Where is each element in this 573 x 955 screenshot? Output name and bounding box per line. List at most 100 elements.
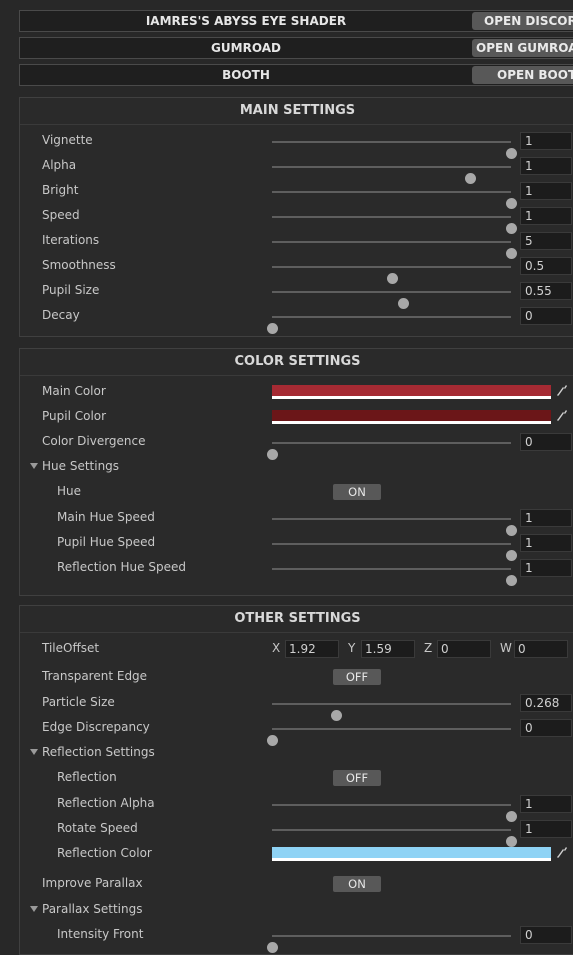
main-color-swatch[interactable] bbox=[272, 385, 551, 399]
parallax-settings-label[interactable]: Parallax Settings bbox=[42, 902, 143, 916]
main-setting-row: Speed 1 bbox=[20, 204, 573, 234]
edge-discrepancy-field[interactable]: 0 bbox=[520, 719, 572, 737]
divider bbox=[20, 124, 573, 125]
intensity-front-slider[interactable] bbox=[267, 935, 511, 953]
main-setting-row: Decay 0 bbox=[20, 304, 573, 334]
improve-parallax-label: Improve Parallax bbox=[42, 876, 143, 890]
edge-discrepancy-label: Edge Discrepancy bbox=[42, 720, 150, 734]
setting-slider[interactable] bbox=[272, 216, 517, 234]
color-settings-section: COLOR SETTINGS Main Color Pupil Color Co… bbox=[19, 348, 573, 596]
reflection-hue-speed-field[interactable]: 1 bbox=[520, 559, 572, 577]
eyedropper-icon[interactable] bbox=[556, 846, 568, 860]
shader-title: IAMRES'S ABYSS EYE SHADER bbox=[145, 14, 347, 28]
reflection-alpha-field[interactable]: 1 bbox=[520, 795, 572, 813]
reflection-toggle[interactable]: OFF bbox=[333, 770, 381, 786]
setting-label: Speed bbox=[42, 208, 80, 222]
reflection-settings-label[interactable]: Reflection Settings bbox=[42, 745, 155, 759]
reflection-settings-foldout[interactable]: Reflection Settings bbox=[20, 741, 573, 766]
foldout-triangle-icon[interactable] bbox=[30, 906, 38, 912]
tile-offset-w-field[interactable]: 0 bbox=[514, 640, 568, 658]
setting-label: Bright bbox=[42, 183, 79, 197]
slider-handle[interactable] bbox=[506, 575, 517, 586]
setting-value-field[interactable]: 0 bbox=[520, 307, 572, 325]
parallax-settings-foldout[interactable]: Parallax Settings bbox=[20, 898, 573, 923]
main-hue-speed-label: Main Hue Speed bbox=[57, 510, 155, 524]
setting-value-field[interactable]: 1 bbox=[520, 157, 572, 175]
color-divergence-slider[interactable] bbox=[267, 442, 511, 460]
main-setting-row: Alpha 1 bbox=[20, 154, 573, 184]
pupil-hue-speed-slider[interactable] bbox=[272, 543, 517, 561]
setting-value-field[interactable]: 1 bbox=[520, 207, 572, 225]
color-divergence-field[interactable]: 0 bbox=[520, 433, 572, 451]
rotate-speed-slider[interactable] bbox=[272, 829, 517, 847]
hue-settings-foldout[interactable]: Hue Settings bbox=[20, 455, 573, 480]
open-discord-button[interactable]: OPEN DISCORD bbox=[472, 12, 573, 30]
pupil-hue-speed-field[interactable]: 1 bbox=[520, 534, 572, 552]
rotate-speed-field[interactable]: 1 bbox=[520, 820, 572, 838]
setting-slider[interactable] bbox=[272, 291, 511, 309]
tile-offset-y-field[interactable]: 1.59 bbox=[361, 640, 415, 658]
open-gumroad-button[interactable]: OPEN GUMROAD bbox=[472, 39, 573, 57]
setting-label: Vignette bbox=[42, 133, 93, 147]
hue-toggle[interactable]: ON bbox=[333, 484, 381, 500]
setting-value-field[interactable]: 0.55 bbox=[520, 282, 572, 300]
setting-slider[interactable] bbox=[272, 166, 511, 184]
tile-offset-label: TileOffset bbox=[42, 641, 100, 655]
foldout-triangle-icon[interactable] bbox=[30, 463, 38, 469]
setting-slider[interactable] bbox=[272, 241, 517, 259]
particle-size-slider[interactable] bbox=[272, 703, 511, 721]
setting-slider[interactable] bbox=[272, 266, 511, 284]
tile-offset-z-field[interactable]: 0 bbox=[437, 640, 491, 658]
main-color-label: Main Color bbox=[42, 384, 106, 398]
edge-discrepancy-row: Edge Discrepancy 0 bbox=[20, 716, 573, 746]
improve-parallax-row: Improve Parallax ON bbox=[20, 872, 573, 897]
open-booth-button[interactable]: OPEN BOOTH bbox=[472, 66, 573, 84]
setting-label: Alpha bbox=[42, 158, 77, 172]
intensity-front-label: Intensity Front bbox=[57, 927, 144, 941]
setting-value-field[interactable]: 1 bbox=[520, 182, 572, 200]
tile-offset-row: TileOffset X 1.92 Y 1.59 Z 0 W 0 bbox=[20, 637, 573, 662]
main-color-row: Main Color bbox=[20, 380, 573, 405]
reflection-color-label: Reflection Color bbox=[57, 846, 152, 860]
hue-label: Hue bbox=[57, 484, 82, 498]
hue-settings-label[interactable]: Hue Settings bbox=[42, 459, 119, 473]
gumroad-label: GUMROAD bbox=[211, 41, 281, 55]
reflection-color-swatch[interactable] bbox=[272, 847, 551, 861]
w-label: W bbox=[500, 641, 512, 655]
slider-handle[interactable] bbox=[267, 942, 278, 953]
pupil-color-swatch[interactable] bbox=[272, 410, 551, 424]
eyedropper-icon[interactable] bbox=[556, 384, 568, 398]
particle-size-field[interactable]: 0.268 bbox=[520, 694, 572, 712]
pupil-hue-speed-label: Pupil Hue Speed bbox=[57, 535, 156, 549]
divider bbox=[20, 375, 573, 376]
hue-row: Hue ON bbox=[20, 480, 573, 505]
intensity-front-row: Intensity Front 0 bbox=[20, 923, 573, 953]
main-hue-speed-slider[interactable] bbox=[272, 518, 517, 536]
setting-slider[interactable] bbox=[272, 141, 517, 159]
reflection-hue-speed-slider[interactable] bbox=[272, 568, 517, 586]
eyedropper-icon[interactable] bbox=[556, 409, 568, 423]
setting-value-field[interactable]: 1 bbox=[520, 132, 572, 150]
rotate-speed-label: Rotate Speed bbox=[57, 821, 138, 835]
setting-value-field[interactable]: 5 bbox=[520, 232, 572, 250]
edge-discrepancy-slider[interactable] bbox=[267, 728, 511, 746]
transparent-edge-toggle[interactable]: OFF bbox=[333, 669, 381, 685]
main-setting-row: Bright 1 bbox=[20, 179, 573, 209]
reflection-alpha-slider[interactable] bbox=[272, 804, 517, 822]
setting-slider[interactable] bbox=[272, 191, 517, 209]
setting-slider[interactable] bbox=[267, 316, 511, 334]
tile-offset-x-field[interactable]: 1.92 bbox=[285, 640, 339, 658]
slider-handle[interactable] bbox=[267, 323, 278, 334]
foldout-triangle-icon[interactable] bbox=[30, 749, 38, 755]
transparent-edge-label: Transparent Edge bbox=[42, 669, 148, 683]
reflection-hue-speed-label: Reflection Hue Speed bbox=[57, 560, 186, 574]
setting-label: Decay bbox=[42, 308, 80, 322]
transparent-edge-row: Transparent Edge OFF bbox=[20, 665, 573, 690]
particle-size-label: Particle Size bbox=[42, 695, 115, 709]
intensity-front-field[interactable]: 0 bbox=[520, 926, 572, 944]
setting-value-field[interactable]: 0.5 bbox=[520, 257, 572, 275]
main-hue-speed-field[interactable]: 1 bbox=[520, 509, 572, 527]
divider bbox=[20, 632, 573, 633]
main-setting-row: Vignette 1 bbox=[20, 129, 573, 159]
improve-parallax-toggle[interactable]: ON bbox=[333, 876, 381, 892]
